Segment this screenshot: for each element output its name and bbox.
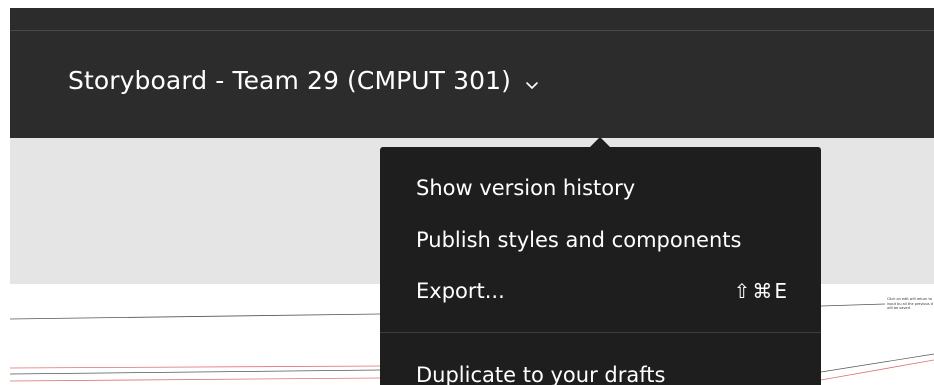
menu-caret [590,137,610,147]
titlebar: Storyboard - Team 29 (CMPUT 301) [10,8,934,138]
menu-item-label: Publish styles and components [416,228,742,252]
flow-line [9,377,381,382]
menu-item-label: Export... [416,279,505,303]
flow-line [9,365,381,369]
menu-item-label: Duplicate to your drafts [416,363,666,385]
file-title-button[interactable]: Storyboard - Team 29 (CMPUT 301) [68,66,539,95]
chevron-down-icon [525,78,539,92]
menu-item-show-version-history[interactable]: Show version history [416,170,789,206]
flow-line [9,313,381,320]
top-strip [0,0,934,8]
menu-item-label: Show version history [416,176,636,200]
export-shortcut: ⇧⌘E [733,279,789,303]
menu-item-export[interactable]: Export... ⇧⌘E [416,273,789,309]
titlebar-divider [10,30,934,31]
canvas-note: Click on edit will return to input bu al… [887,297,934,310]
flow-line [9,369,381,375]
app-window: Storyboard - Team 29 (CMPUT 301) Click o… [0,0,934,385]
menu-item-publish-styles[interactable]: Publish styles and components [416,222,789,258]
file-dropdown-menu: Show version history Publish styles and … [380,147,821,385]
menu-separator [380,332,821,333]
menu-item-duplicate-to-drafts[interactable]: Duplicate to your drafts [416,357,789,385]
flow-line [820,303,886,307]
file-title: Storyboard - Team 29 (CMPUT 301) [68,66,511,95]
